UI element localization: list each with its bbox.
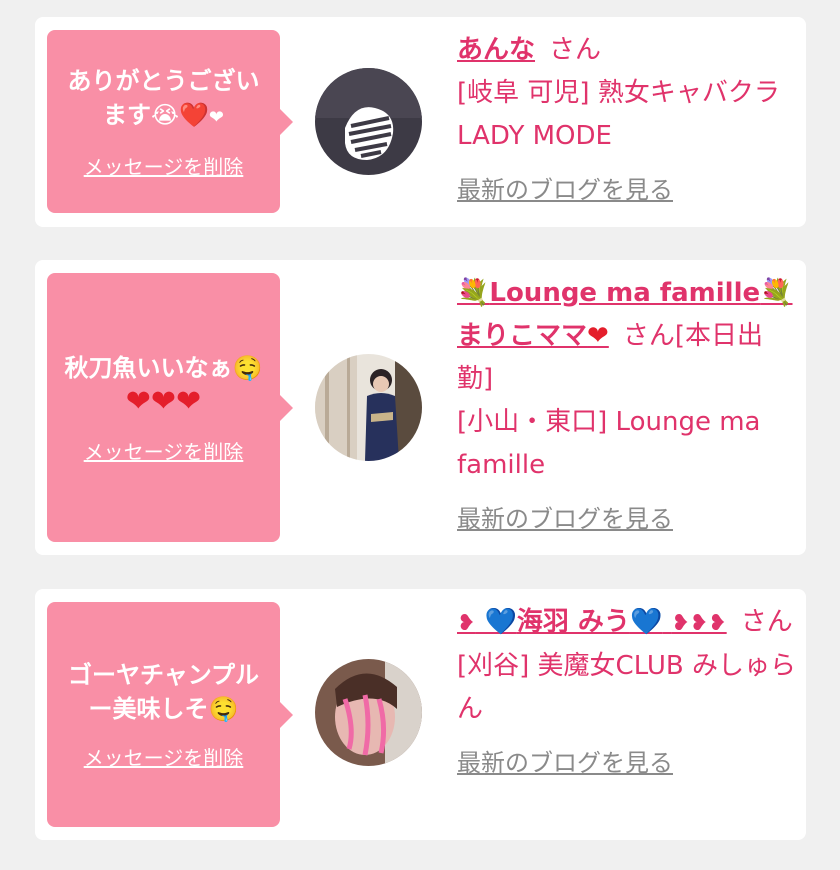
heart-arrows-icon: ❥❥❥ (671, 611, 727, 636)
message-card: ゴーヤチャンプルー美味しそ🤤 メッセージを削除 ❥ 💙海羽 みう💙 ❥❥❥ さん … (35, 589, 806, 840)
cast-name-link[interactable]: ❥ 💙海羽 みう💙 ❥❥❥ (457, 607, 727, 637)
message-card: ありがとうございます😭❤️❤ メッセージを削除 あんな さん [岐阜 可児] 熟女… (35, 17, 806, 227)
message-text: ありがとうございます😭❤️❤ (57, 64, 270, 135)
message-bubble: ゴーヤチャンプルー美味しそ🤤 メッセージを削除 (47, 602, 293, 827)
blue-heart-icon: 💙 (629, 607, 663, 637)
message-bubble: ありがとうございます😭❤️❤ メッセージを削除 (47, 30, 293, 213)
avatar[interactable] (315, 354, 422, 461)
latest-blog-link[interactable]: 最新のブログを見る (457, 169, 797, 212)
delete-message-link[interactable]: メッセージを削除 (84, 742, 244, 771)
shop-area: [刈谷] 美魔女CLUB みしゅらん (457, 651, 797, 724)
avatar[interactable] (315, 659, 422, 766)
drooling-emoji: 🤤 (208, 695, 239, 723)
bouquet-icon: 💐 (457, 278, 490, 308)
bouquet-icon: 💐 (760, 278, 793, 308)
honorific: さん (622, 321, 675, 351)
avatar[interactable] (315, 68, 422, 175)
message-bubble: 秋刀魚いいなぁ🤤 ❤❤❤ メッセージを削除 (47, 273, 293, 542)
small-heart-icon: ❤ (208, 106, 225, 128)
cast-name: 海羽 みう (516, 607, 630, 637)
shop-info: 💐Lounge ma famille💐 まりこママ❤ さん[本日出勤] [小山・東口… (457, 272, 797, 541)
red-hearts-icon: ❤❤❤ (125, 383, 202, 419)
latest-blog-link[interactable]: 最新のブログを見る (457, 742, 797, 785)
message-text: 秋刀魚いいなぁ🤤 ❤❤❤ (65, 351, 263, 420)
honorific: さん (740, 607, 793, 637)
red-heart-icon: ❤ (587, 321, 609, 351)
message-card: 秋刀魚いいなぁ🤤 ❤❤❤ メッセージを削除 💐Lounge ma famille… (35, 260, 806, 555)
latest-blog-link[interactable]: 最新のブログを見る (457, 498, 797, 541)
drooling-emoji: 🤤 (232, 353, 263, 382)
shop-info: あんな さん [岐阜 可児] 熟女キャバクラ LADY MODE 最新のブログを見… (457, 29, 797, 212)
cast-name: まりこママ (457, 321, 588, 351)
shop-name: Lounge ma famille (489, 278, 761, 308)
delete-message-link[interactable]: メッセージを削除 (84, 436, 244, 465)
message-body: 秋刀魚いいなぁ (64, 353, 233, 382)
shop-info: ❥ 💙海羽 みう💙 ❥❥❥ さん [刈谷] 美魔女CLUB みしゅらん 最新のブロ… (457, 601, 797, 785)
delete-message-link[interactable]: メッセージを削除 (84, 151, 244, 180)
shop-area: [小山・東口] Lounge ma famille (457, 407, 761, 480)
heart-arrow-icon: ❥ (457, 611, 476, 636)
cast-name-link[interactable]: あんな (457, 35, 535, 65)
blue-heart-icon: 💙 (484, 607, 517, 637)
message-list: ありがとうございます😭❤️❤ メッセージを削除 あんな さん [岐阜 可児] 熟女… (0, 0, 840, 870)
honorific: さん (549, 35, 602, 65)
crying-heart-emoji: 😭❤️ (150, 100, 209, 129)
shop-area: [岐阜 可児] 熟女キャバクラ LADY MODE (457, 78, 780, 151)
message-text: ゴーヤチャンプルー美味しそ🤤 (57, 658, 270, 726)
